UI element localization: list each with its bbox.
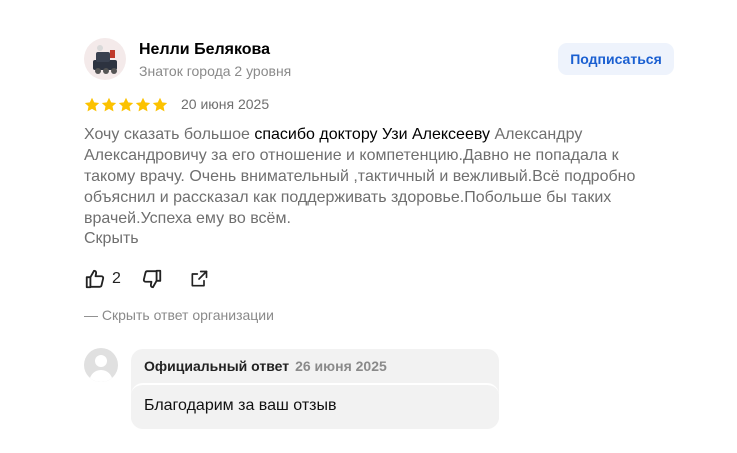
- rating-stars: [84, 97, 168, 113]
- star-icon: [101, 97, 117, 112]
- author-name[interactable]: Нелли Белякова: [139, 41, 270, 59]
- share-icon: [191, 270, 208, 287]
- collapse-link[interactable]: Скрыть: [84, 230, 139, 248]
- review-text-highlight: спасибо доктору Узи Алексееву: [254, 126, 490, 143]
- org-reply-text: Благодарим за ваш отзыв: [144, 397, 337, 414]
- org-reply-label: Официальный ответ: [144, 358, 290, 374]
- author-level: Знаток города 2 уровня: [139, 63, 292, 79]
- org-reply-bubble: Официальный ответ 26 июня 2025 Благодарим…: [131, 349, 499, 429]
- like-count: 2: [112, 270, 121, 287]
- review-actions: 2: [84, 268, 209, 290]
- review-text: Хочу сказать большое спасибо доктору Узи…: [84, 124, 654, 229]
- star-icon: [152, 97, 168, 112]
- author-avatar[interactable]: [84, 38, 126, 80]
- thumb-up-icon: [85, 269, 105, 289]
- share-button[interactable]: [189, 269, 209, 289]
- dislike-button[interactable]: [141, 268, 163, 290]
- subscribe-button[interactable]: Подписаться: [558, 43, 674, 75]
- hide-org-reply-toggle[interactable]: — Скрыть ответ организации: [84, 307, 274, 323]
- review-text-start: Хочу сказать большое: [84, 126, 255, 143]
- org-reply-date: 26 июня 2025: [295, 358, 387, 374]
- org-avatar: [84, 348, 118, 382]
- org-reply-body: Благодарим за ваш отзыв: [131, 383, 499, 429]
- user-silhouette-icon: [89, 355, 113, 382]
- thumb-down-icon: [142, 269, 162, 289]
- org-reply-header: Официальный ответ 26 июня 2025: [144, 358, 387, 374]
- star-icon: [118, 97, 134, 112]
- star-icon: [84, 97, 100, 112]
- review-date: 20 июня 2025: [181, 96, 270, 112]
- like-button[interactable]: 2: [84, 268, 121, 290]
- star-icon: [135, 97, 151, 112]
